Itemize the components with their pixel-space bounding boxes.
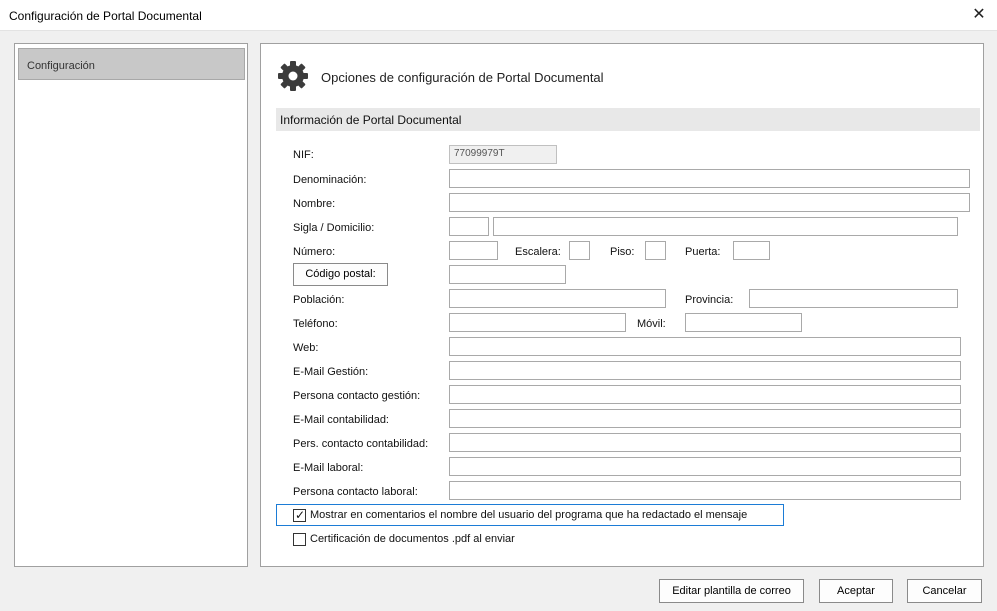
certificacion-checkbox-row[interactable]: Certificación de documentos .pdf al envi… — [276, 528, 576, 550]
certificacion-label: Certificación de documentos .pdf al envi… — [310, 533, 515, 545]
persona-gestion-label: Persona contacto gestión: — [293, 390, 421, 402]
nif-label: NIF: — [293, 149, 314, 161]
email-gestion-label: E-Mail Gestión: — [293, 366, 369, 378]
section-title: Información de Portal Documental — [280, 113, 462, 127]
sigla-field[interactable] — [449, 217, 489, 236]
editar-plantilla-button[interactable]: Editar plantilla de correo — [659, 579, 804, 603]
piso-label: Piso: — [610, 246, 635, 258]
cancelar-button[interactable]: Cancelar — [907, 579, 982, 603]
escalera-label: Escalera: — [515, 246, 561, 258]
poblacion-label: Población: — [293, 294, 345, 306]
section-header: Información de Portal Documental — [276, 108, 980, 131]
nif-field: 77099979T — [449, 145, 557, 164]
mostrar-nombre-label: Mostrar en comentarios el nombre del usu… — [310, 509, 748, 521]
close-icon[interactable]: ✕ — [967, 4, 991, 26]
movil-label: Móvil: — [637, 318, 666, 330]
denominacion-label: Denominación: — [293, 174, 367, 186]
persona-gestion-field[interactable] — [449, 385, 961, 404]
mostrar-nombre-checkbox-row[interactable]: ✓ Mostrar en comentarios el nombre del u… — [276, 504, 784, 526]
escalera-field[interactable] — [569, 241, 590, 260]
domicilio-field[interactable] — [493, 217, 958, 236]
persona-contabilidad-field[interactable] — [449, 433, 961, 452]
sigla-domicilio-label: Sigla / Domicilio: — [293, 222, 375, 234]
provincia-label: Provincia: — [685, 294, 734, 306]
numero-field[interactable] — [449, 241, 498, 260]
title-bar: Configuración de Portal Documental ✕ — [0, 0, 997, 31]
codigo-postal-field[interactable] — [449, 265, 566, 284]
persona-laboral-label: Persona contacto laboral: — [293, 486, 418, 498]
settings-panel: Opciones de configuración de Portal Docu… — [260, 43, 984, 567]
window-title: Configuración de Portal Documental — [9, 9, 202, 23]
email-contabilidad-field[interactable] — [449, 409, 961, 428]
numero-label: Número: — [293, 246, 336, 258]
provincia-field[interactable] — [749, 289, 958, 308]
telefono-field[interactable] — [449, 313, 626, 332]
codigo-postal-button[interactable]: Código postal: — [293, 263, 388, 286]
email-gestion-field[interactable] — [449, 361, 961, 380]
certificacion-checkbox[interactable] — [293, 533, 306, 546]
puerta-label: Puerta: — [685, 246, 721, 258]
puerta-field[interactable] — [733, 241, 770, 260]
email-contabilidad-label: E-Mail contabilidad: — [293, 414, 389, 426]
gear-icon — [278, 61, 308, 91]
piso-field[interactable] — [645, 241, 666, 260]
aceptar-button[interactable]: Aceptar — [819, 579, 893, 603]
telefono-label: Teléfono: — [293, 318, 338, 330]
denominacion-field[interactable] — [449, 169, 970, 188]
checkmark-icon: ✓ — [294, 508, 306, 522]
web-field[interactable] — [449, 337, 961, 356]
email-laboral-label: E-Mail laboral: — [293, 462, 364, 474]
poblacion-field[interactable] — [449, 289, 666, 308]
persona-contabilidad-label: Pers. contacto contabilidad: — [293, 438, 429, 450]
web-label: Web: — [293, 342, 319, 354]
movil-field[interactable] — [685, 313, 802, 332]
panel-title: Opciones de configuración de Portal Docu… — [321, 70, 604, 85]
sidebar-item-configuracion[interactable]: Configuración — [18, 48, 245, 80]
persona-laboral-field[interactable] — [449, 481, 961, 500]
nombre-label: Nombre: — [293, 198, 336, 210]
nombre-field[interactable] — [449, 193, 970, 212]
email-laboral-field[interactable] — [449, 457, 961, 476]
sidebar: Configuración — [14, 43, 248, 567]
mostrar-nombre-checkbox[interactable]: ✓ — [293, 508, 306, 522]
